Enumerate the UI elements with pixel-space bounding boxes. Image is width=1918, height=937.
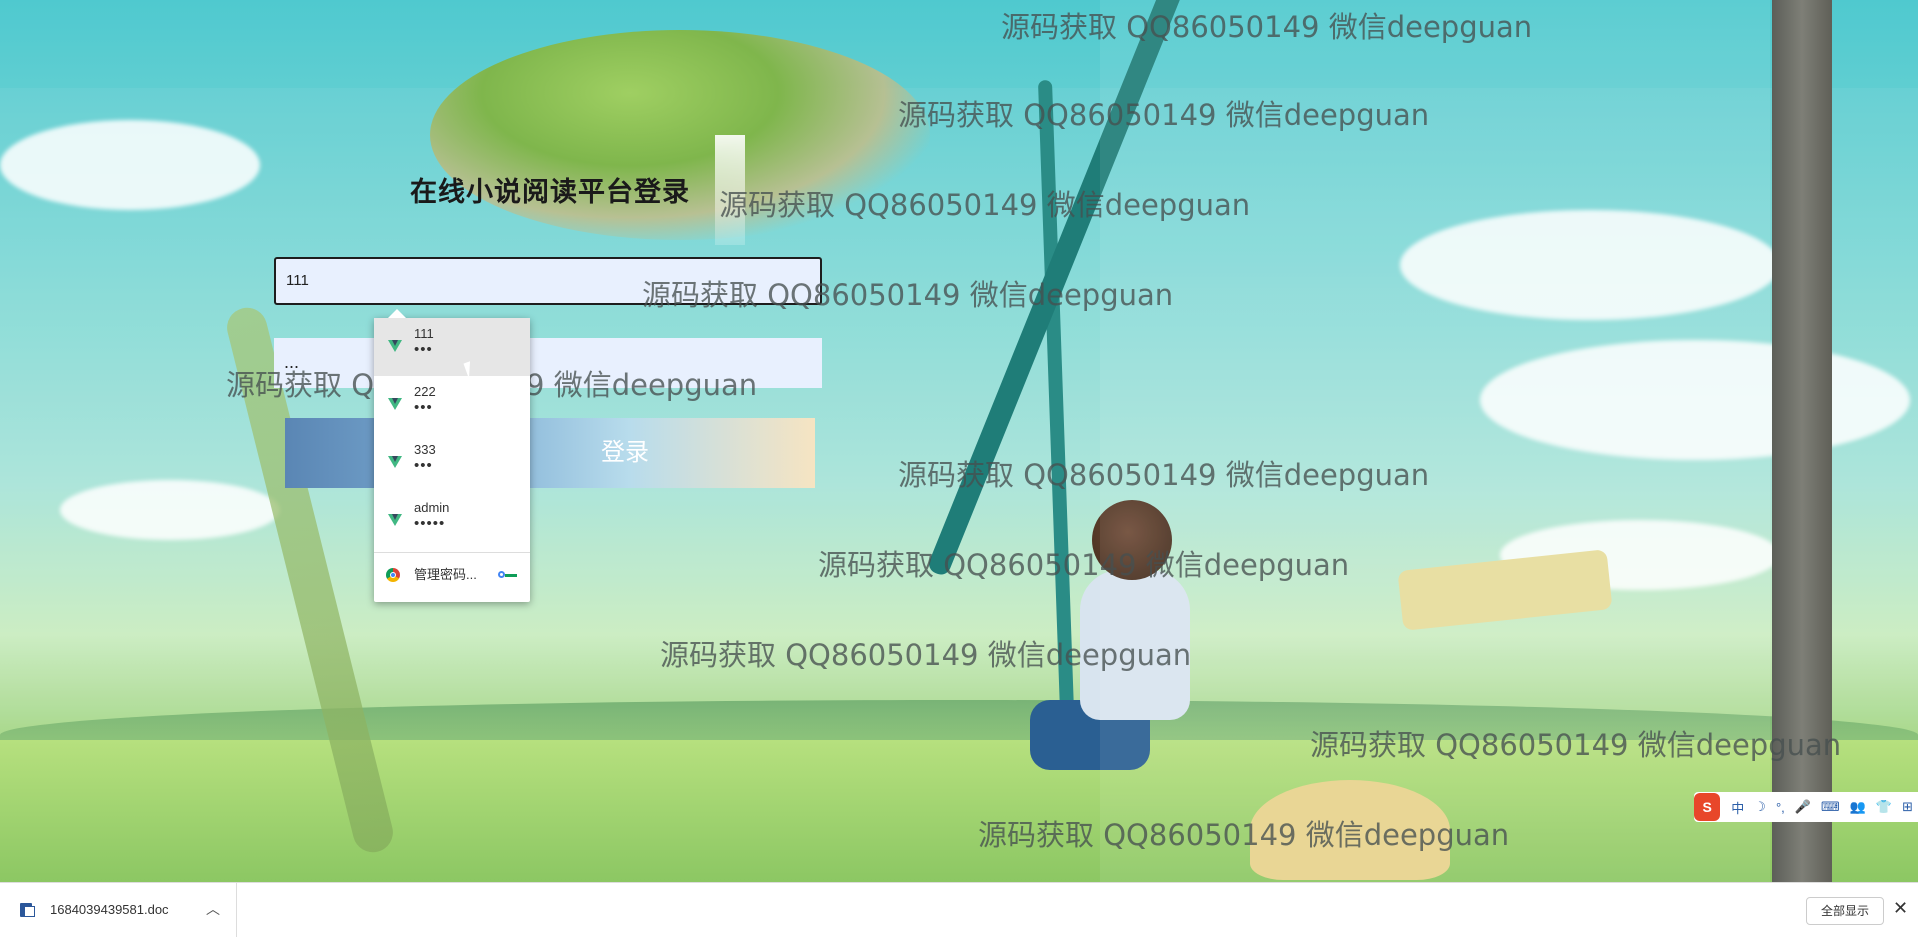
autofill-password: ••• bbox=[414, 341, 433, 358]
vue-logo-icon bbox=[388, 456, 402, 468]
grid-icon[interactable]: ⊞ bbox=[1902, 799, 1913, 815]
download-file-name: 1684039439581.doc bbox=[50, 902, 169, 917]
ime-toolbar: S 中 ☽ °, 🎤 ⌨ 👥 👕 ⊞ bbox=[1694, 792, 1918, 822]
chrome-icon bbox=[386, 568, 400, 582]
watermark: 源码获取 QQ86050149 微信deepguan bbox=[898, 458, 1430, 492]
sogou-logo-icon[interactable]: S bbox=[1694, 793, 1721, 821]
keyboard-icon[interactable]: ⌨ bbox=[1821, 799, 1840, 815]
autofill-item[interactable]: 333 ••• bbox=[374, 434, 530, 492]
page-title: 在线小说阅读平台登录 bbox=[410, 177, 690, 208]
watermark: 源码获取 QQ86050149 微信deepguan bbox=[719, 188, 1251, 222]
login-button-label: 登录 bbox=[601, 439, 649, 466]
microphone-icon[interactable]: 🎤 bbox=[1795, 799, 1811, 815]
autofill-username: admin bbox=[414, 500, 450, 515]
skin-icon[interactable]: 👕 bbox=[1876, 799, 1892, 815]
chevron-up-icon[interactable]: ︿ bbox=[206, 899, 220, 919]
watermark: 源码获取 QQ86050149 微信deepguan bbox=[1001, 10, 1533, 44]
autofill-username: 333 bbox=[414, 442, 436, 457]
manage-passwords-item[interactable]: 管理密码... bbox=[374, 555, 530, 595]
watermark: 源码获取 QQ86050149 微信deepguan bbox=[1310, 728, 1842, 762]
watermark: 源码获取 QQ86050149 微信deepguan bbox=[642, 278, 1174, 312]
watermark: 源码获取 QQ86050149 微信deepguan bbox=[818, 548, 1350, 582]
autofill-username: 222 bbox=[414, 384, 436, 399]
vue-logo-icon bbox=[388, 340, 402, 352]
users-icon[interactable]: 👥 bbox=[1850, 799, 1866, 815]
divider bbox=[374, 552, 530, 553]
autofill-item[interactable]: 222 ••• bbox=[374, 376, 530, 434]
close-icon[interactable]: ✕ bbox=[1893, 898, 1908, 919]
punctuation-icon[interactable]: °, bbox=[1776, 800, 1785, 815]
word-doc-icon bbox=[20, 903, 35, 917]
manage-passwords-label: 管理密码... bbox=[414, 567, 477, 582]
login-button[interactable]: 登录 bbox=[285, 418, 815, 488]
watermark: 源码获取 QQ86050149 微信deepguan bbox=[660, 638, 1192, 672]
vue-logo-icon bbox=[388, 514, 402, 526]
vue-logo-icon bbox=[388, 398, 402, 410]
key-icon bbox=[498, 571, 518, 579]
password-autofill-dropdown: 111 ••• 222 ••• 333 ••• admin ••••• 管理密码… bbox=[374, 309, 530, 602]
show-all-button[interactable]: 全部显示 bbox=[1806, 897, 1885, 925]
autofill-username: 111 bbox=[414, 326, 434, 341]
watermark: 源码获取 QQ86050149 微信deepguan bbox=[898, 98, 1430, 132]
autofill-password: ••• bbox=[414, 457, 433, 474]
download-bar: 1684039439581.doc ︿ 全部显示 ✕ bbox=[0, 882, 1918, 937]
autofill-item[interactable]: admin ••••• bbox=[374, 492, 530, 550]
autofill-password: ••• bbox=[414, 399, 433, 416]
moon-icon[interactable]: ☽ bbox=[1754, 799, 1766, 815]
download-item[interactable]: 1684039439581.doc ︿ bbox=[0, 883, 237, 937]
watermark: 源码获取 QQ86050149 微信deepguan bbox=[978, 818, 1510, 852]
ime-mode-toggle[interactable]: 中 bbox=[1731, 798, 1744, 817]
autofill-item[interactable]: 111 ••• bbox=[374, 318, 530, 376]
autofill-password: ••••• bbox=[414, 515, 446, 532]
